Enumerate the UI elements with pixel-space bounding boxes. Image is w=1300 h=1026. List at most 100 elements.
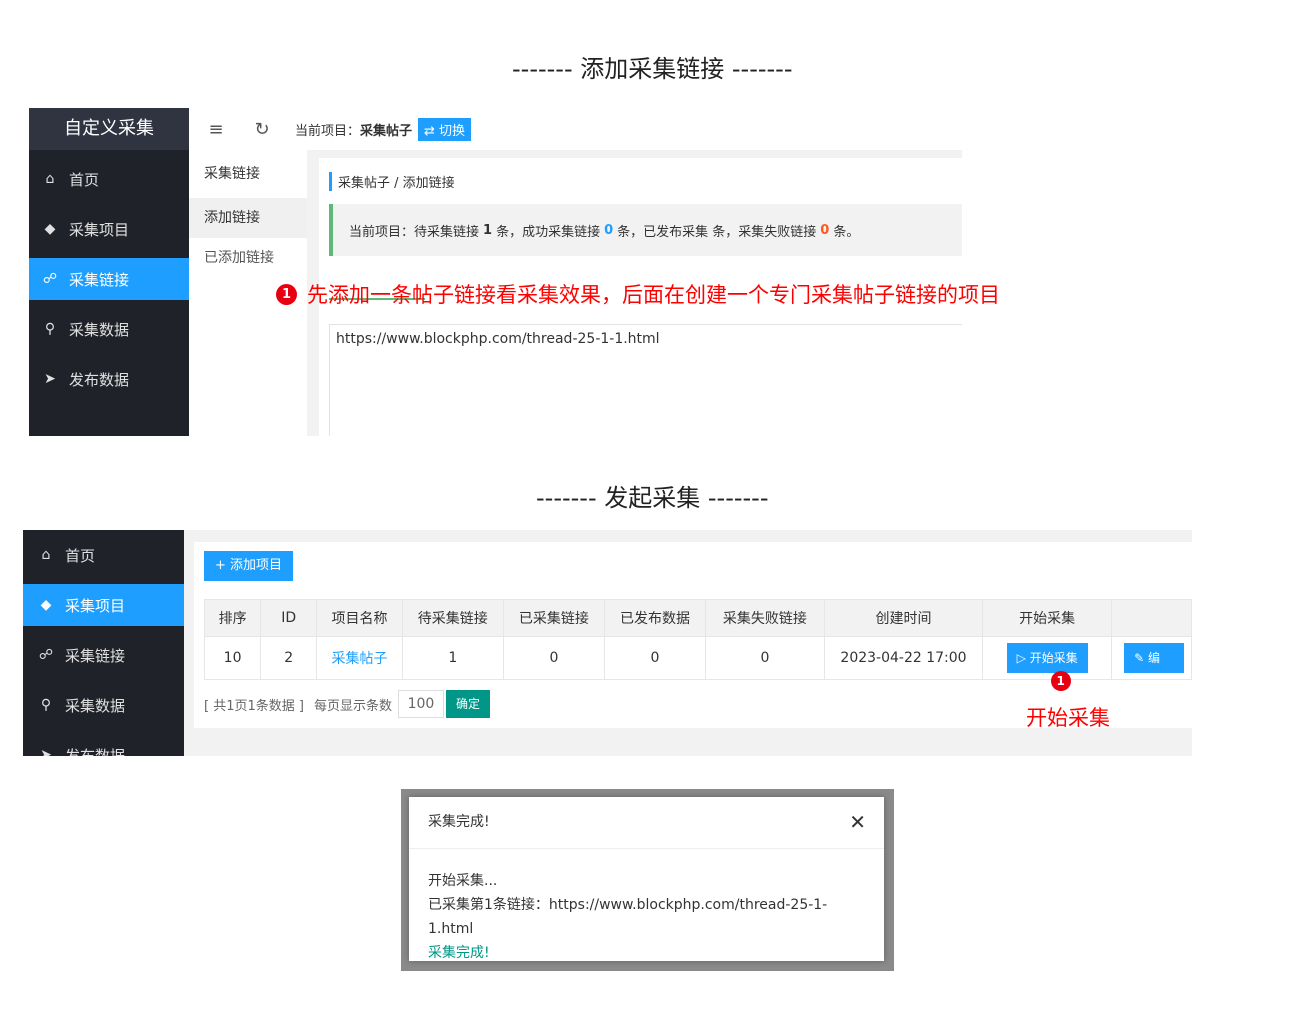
col-id: ID [260,599,318,637]
log-done: 采集完成! [428,945,490,961]
section-heading-start-collect: ------- 发起采集 ------- [536,484,769,512]
sidebar-item-publish[interactable]: ➤ 发布数据 [23,734,184,757]
link-icon: ☍ [38,647,54,663]
sidebar-item-publish[interactable]: ➤ 发布数据 [29,358,189,400]
annotation-text: 先添加一条帖子链接看采集效果，后面在创建一个专门采集帖子链接的项目 [307,283,1000,307]
paper-plane-icon: ➤ [40,747,52,756]
notice-prefix: 当前项目：待采集链接 [349,224,480,240]
home-icon: ⌂ [45,171,55,187]
annotation-add-link: 1 先添加一条帖子链接看采集效果，后面在创建一个专门采集帖子链接的项目 [276,279,1000,309]
col-actions [1111,599,1192,637]
col-sort: 排序 [203,599,262,637]
notice-suffix: 条。 [833,224,860,240]
refresh-icon[interactable]: ↻ [247,119,277,140]
layers-icon: ◆ [40,597,52,613]
cell-collected: 0 [502,636,605,680]
subnav-item-added-links[interactable]: 已添加链接 [189,238,307,278]
sidebar-item-label: 采集项目 [65,596,126,615]
subnav-item-add-link[interactable]: 添加链接 [189,198,307,238]
close-icon[interactable]: ✕ [849,797,866,848]
cell-pending: 1 [401,636,504,680]
switch-project-button[interactable]: ⇄ 切换 [418,117,472,141]
top-bar: ≡ ↻ 当前项目： 采集帖子 ⇄ 切换 [189,108,962,150]
paper-plane-icon: ➤ [44,371,56,387]
project-list-card: + 添加项目 排序 ID 项目名称 待采集链接 已采集链接 已发布数据 采集失败… [194,542,1192,728]
layers-icon: ◆ [44,221,56,237]
sidebar-item-data[interactable]: ⚲ 采集数据 [23,684,184,726]
sidebar-item-label: 采集项目 [69,220,130,239]
play-icon: ▷ [1016,651,1026,665]
edit-button[interactable]: ✎ 编 [1124,643,1185,673]
sidebar-item-links[interactable]: ☍ 采集链接 [29,258,189,300]
add-project-button[interactable]: + 添加项目 [204,551,294,581]
per-page-confirm-button[interactable]: 确定 [445,690,490,718]
sidebar-item-label: 采集数据 [65,696,126,715]
sidebar-item-label: 首页 [65,546,96,565]
dialog-title: 采集完成! [428,814,490,830]
cell-created: 2023-04-22 17:00 [823,636,984,680]
sidebar-item-projects[interactable]: ◆ 采集项目 [23,584,184,626]
project-table: 排序 ID 项目名称 待采集链接 已采集链接 已发布数据 采集失败链接 创建时间… [203,599,1192,691]
sidebar-item-label: 发布数据 [65,746,126,757]
failed-count: 0 [820,222,830,238]
dialog-header: 采集完成! ✕ [409,797,884,849]
log-line: 已采集第1条链接：https://www.blockphp.com/thread… [428,897,828,937]
project-name-link[interactable]: 采集帖子 [332,651,388,667]
sidebar: ⌂ 首页 ◆ 采集项目 ☍ 采集链接 ⚲ 采集数据 ➤ 发布数据 [23,530,184,756]
pagination: [ 共1页1条数据 ] 每页显示条数 100 确定 [204,690,490,718]
table-row: 10 2 采集帖子 1 0 0 0 2023-04-22 17:00 ▷ 开始采… [203,636,1192,691]
current-project-value: 采集帖子 [360,123,413,139]
success-count: 0 [604,222,614,238]
col-created: 创建时间 [823,599,984,637]
cell-failed: 0 [705,636,825,680]
log-line: 开始采集... [428,873,498,889]
app-title: 自定义采集 [29,108,189,150]
cell-published: 0 [603,636,707,680]
col-name: 项目名称 [316,599,403,637]
cell-start: ▷ 开始采集 1 [982,636,1113,691]
start-collect-label: 开始采集 [1029,651,1078,665]
edit-label: 编 [1148,651,1161,665]
subnav-header: 采集链接 [204,166,260,182]
col-pending: 待采集链接 [401,599,504,637]
sidebar-item-projects[interactable]: ◆ 采集项目 [29,208,189,250]
cell-sort: 10 [203,636,262,680]
table-header-row: 排序 ID 项目名称 待采集链接 已采集链接 已发布数据 采集失败链接 创建时间… [203,599,1192,637]
breadcrumb: 采集帖子 / 添加链接 [329,172,455,191]
annotation-start-collect: 开始采集 [1026,706,1110,730]
pencil-icon: ✎ [1134,651,1145,665]
notice-part2: 条，成功采集链接 [496,224,601,240]
collect-complete-dialog: 采集完成! ✕ 开始采集... 已采集第1条链接：https://www.blo… [409,797,884,961]
sidebar-item-data[interactable]: ⚲ 采集数据 [29,308,189,350]
sidebar-item-links[interactable]: ☍ 采集链接 [23,634,184,676]
sidebar-item-label: 采集链接 [65,646,126,665]
project-notice: 当前项目：待采集链接 1 条，成功采集链接 0 条，已发布采集 条，采集失败链接… [329,204,962,256]
menu-collapse-icon[interactable]: ≡ [201,119,231,140]
sidebar-item-home[interactable]: ⌂ 首页 [23,534,184,576]
step-badge: 1 [1050,671,1071,691]
cell-actions: ✎ 编 [1111,636,1192,680]
col-start: 开始采集 [982,599,1113,637]
add-link-screenshot: 自定义采集 ⌂ 首页 ◆ 采集项目 ☍ 采集链接 ⚲ 采集数据 ➤ 发布数据 ≡… [29,108,962,436]
col-collected: 已采集链接 [502,599,605,637]
pending-count: 1 [483,222,493,238]
dialog-body: 开始采集... 已采集第1条链接：https://www.blockphp.co… [409,849,884,965]
start-collect-screenshot: ⌂ 首页 ◆ 采集项目 ☍ 采集链接 ⚲ 采集数据 ➤ 发布数据 + 添加项目 [23,530,1192,756]
sidebar-item-home[interactable]: ⌂ 首页 [29,158,189,200]
pager-summary: [ 共1页1条数据 ] [204,698,304,714]
key-icon: ⚲ [44,321,56,337]
link-icon: ☍ [42,271,58,287]
col-failed: 采集失败链接 [705,599,825,637]
section-heading-add-link: ------- 添加采集链接 ------- [512,55,793,83]
cell-id: 2 [260,636,318,680]
col-published: 已发布数据 [603,599,707,637]
home-icon: ⌂ [41,547,51,563]
sidebar-item-label: 发布数据 [69,370,130,389]
per-page-label: 每页显示条数 [313,698,392,714]
current-project-label: 当前项目： [295,123,361,139]
link-textarea[interactable]: https://www.blockphp.com/thread-25-1-1.h… [329,324,962,436]
sidebar-item-label: 采集链接 [69,270,130,289]
step-badge: 1 [276,283,297,305]
start-collect-button[interactable]: ▷ 开始采集 1 [1006,643,1088,691]
per-page-input[interactable]: 100 [397,690,444,718]
